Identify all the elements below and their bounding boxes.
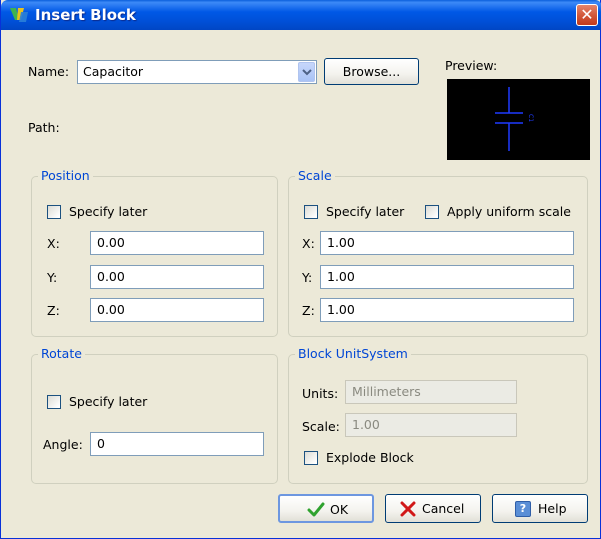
unit-scale-label: Scale: [302,419,340,434]
position-y-input[interactable]: 0.00 [90,265,264,289]
close-icon: ✕ [580,5,594,24]
path-label: Path: [28,120,60,135]
app-logo-icon [9,6,29,24]
scale-x-input[interactable]: 1.00 [320,231,574,255]
scale-specify-later-checkbox[interactable] [304,205,318,219]
position-specify-later-checkbox[interactable] [47,205,61,219]
position-z-label: Z: [47,303,60,318]
scale-y-input[interactable]: 1.00 [320,265,574,289]
cancel-x-icon [400,501,416,517]
scale-specify-later-label: Specify later [326,204,405,219]
preview-label: Preview: [445,58,498,73]
unit-scale-field: 1.00 [345,413,517,437]
rotate-specify-later-checkbox[interactable] [47,395,61,409]
ok-label: OK [330,502,349,517]
position-z-input[interactable]: 0.00 [90,298,264,322]
title-bar[interactable]: Insert Block ✕ [1,0,601,30]
chevron-down-icon[interactable] [298,62,315,82]
ok-button[interactable]: OK [278,494,374,523]
block-name-value: Capacitor [83,64,144,79]
cancel-button[interactable]: Cancel [385,494,481,523]
help-icon: ? [515,501,531,517]
scale-group-title: Scale [295,168,335,183]
position-group-title: Position [38,168,93,183]
explode-block-label: Explode Block [326,450,414,465]
cancel-label: Cancel [422,501,465,516]
angle-input[interactable]: 0 [90,432,264,456]
name-label: Name: [28,64,70,79]
help-button[interactable]: ? Help [492,494,588,523]
rotate-group: Rotate [31,346,278,484]
close-button[interactable]: ✕ [576,4,598,26]
position-x-label: X: [47,236,60,251]
explode-block-checkbox[interactable] [304,451,318,465]
position-y-label: Y: [47,270,58,285]
help-label: Help [538,501,567,516]
scale-z-input[interactable]: 1.00 [320,298,574,322]
scale-y-label: Y: [302,270,313,285]
window-title: Insert Block [35,6,136,24]
apply-uniform-scale-checkbox[interactable] [425,205,439,219]
capacitor-symbol-icon [495,87,523,151]
preview-symbol-label: C1 [527,114,534,123]
position-x-input[interactable]: 0.00 [90,231,264,255]
position-specify-later-label: Specify later [69,204,148,219]
scale-x-label: X: [302,236,315,251]
scale-z-label: Z: [302,303,315,318]
angle-label: Angle: [43,437,83,452]
rotate-group-title: Rotate [38,346,85,361]
insert-block-dialog: Insert Block ✕ Name: Capacitor Browse...… [0,0,601,539]
units-field: Millimeters [345,380,517,404]
apply-uniform-scale-label: Apply uniform scale [447,204,571,219]
block-preview: C1 [447,79,590,160]
rotate-specify-later-label: Specify later [69,394,148,409]
block-name-combobox[interactable]: Capacitor [77,60,317,84]
browse-button[interactable]: Browse... [324,58,419,85]
block-unit-system-title: Block UnitSystem [295,346,411,361]
checkmark-icon [307,502,325,517]
units-label: Units: [302,386,339,401]
